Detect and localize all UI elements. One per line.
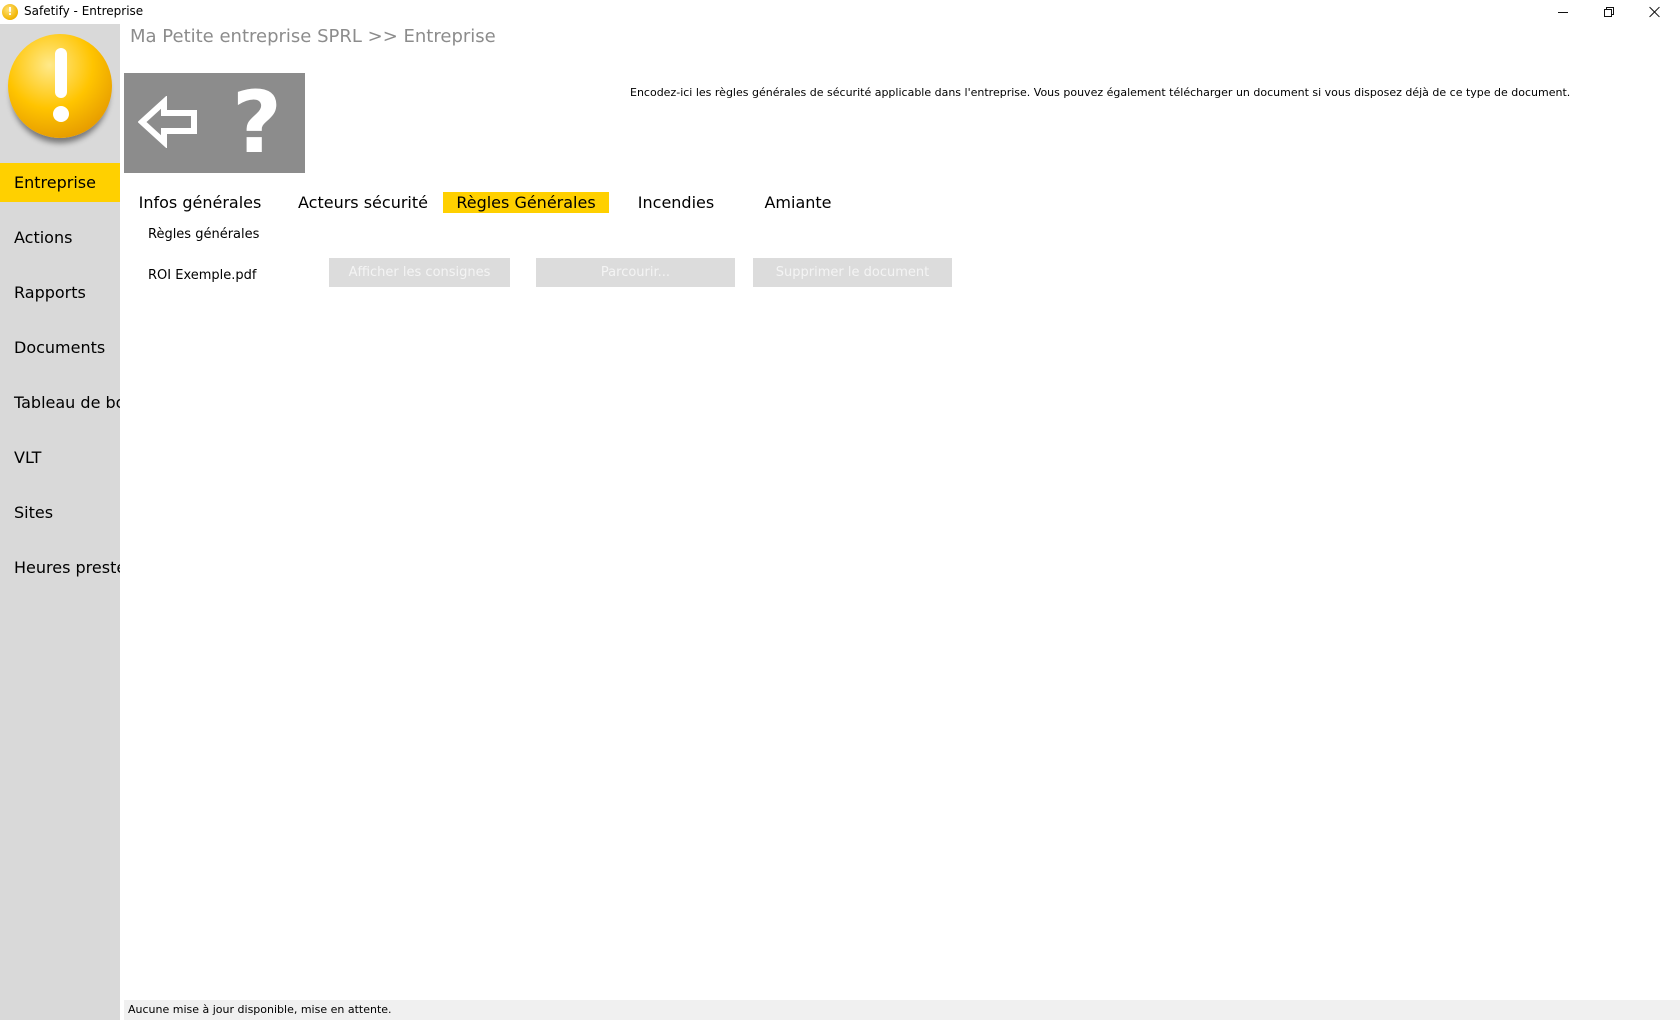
sidebar-item-vlt[interactable]: VLT [0, 438, 120, 477]
sidebar-item-sites[interactable]: Sites [0, 493, 120, 532]
back-arrow-icon [138, 96, 197, 148]
close-button[interactable] [1632, 0, 1678, 24]
logo-exclamation-icon [8, 34, 112, 138]
minimize-icon [1558, 11, 1568, 13]
page-description: Encodez-ici les règles générales de sécu… [630, 86, 1571, 99]
toolbar: ? [124, 73, 305, 173]
sidebar-item-entreprise[interactable]: Entreprise [0, 163, 120, 202]
sidebar-item-rapports[interactable]: Rapports [0, 273, 120, 312]
document-file-name: ROI Exemple.pdf [148, 268, 257, 283]
sidebar-item-actions[interactable]: Actions [0, 218, 120, 257]
tab-infos-generales[interactable]: Infos générales [130, 192, 270, 213]
restore-icon [1604, 7, 1614, 17]
title-bar: ! Safetify - Entreprise [0, 0, 1680, 24]
restore-button[interactable] [1586, 0, 1632, 24]
sidebar-item-tableau-de-bord[interactable]: Tableau de bor [0, 383, 120, 422]
status-text: Aucune mise à jour disponible, mise en a… [128, 1003, 392, 1016]
show-instructions-button[interactable]: Afficher les consignes [329, 258, 510, 287]
sidebar: Entreprise Actions Rapports Documents Ta… [0, 24, 120, 1020]
tab-incendies[interactable]: Incendies [621, 192, 731, 213]
window-title: Safetify - Entreprise [24, 4, 144, 18]
tab-regles-generales[interactable]: Règles Générales [443, 192, 609, 213]
sidebar-item-heures-prestees[interactable]: Heures prestée [0, 548, 120, 587]
breadcrumb: Ma Petite entreprise SPRL >> Entreprise [130, 26, 496, 47]
tab-amiante[interactable]: Amiante [743, 192, 853, 213]
delete-document-button[interactable]: Supprimer le document [753, 258, 952, 287]
tab-acteurs-securite[interactable]: Acteurs sécurité [280, 192, 446, 213]
back-button[interactable] [134, 87, 204, 157]
sidebar-item-documents[interactable]: Documents [0, 328, 120, 367]
minimize-button[interactable] [1540, 0, 1586, 24]
close-icon [1649, 6, 1661, 18]
app-icon: ! [2, 4, 18, 20]
help-icon: ? [232, 73, 282, 173]
status-bar: Aucune mise à jour disponible, mise en a… [124, 1000, 1680, 1020]
help-button[interactable]: ? [220, 79, 294, 167]
sidebar-nav: Entreprise Actions Rapports Documents Ta… [0, 163, 120, 603]
section-title: Règles générales [148, 227, 260, 242]
browse-button[interactable]: Parcourir... [536, 258, 735, 287]
